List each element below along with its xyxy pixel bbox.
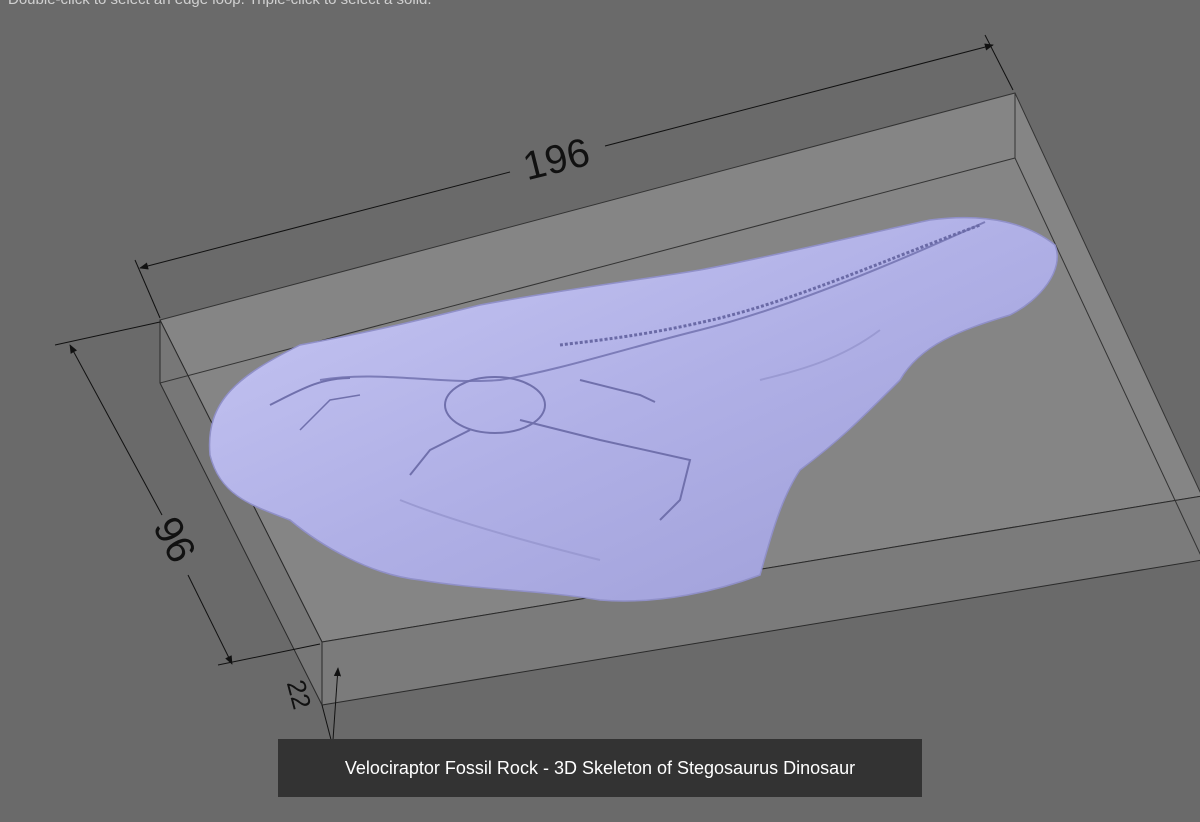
- dimension-length-label: 196: [519, 130, 594, 189]
- scene-canvas: 196 96 22: [54, 34, 1200, 756]
- dimension-width-label: 96: [144, 510, 204, 570]
- dimension-height-label: 22: [281, 677, 317, 713]
- model-caption-banner: Velociraptor Fossil Rock - 3D Skeleton o…: [278, 739, 922, 797]
- 3d-viewport[interactable]: Double-click to select an edge loop. Tri…: [0, 0, 1200, 822]
- model-caption-text: Velociraptor Fossil Rock - 3D Skeleton o…: [344, 757, 856, 778]
